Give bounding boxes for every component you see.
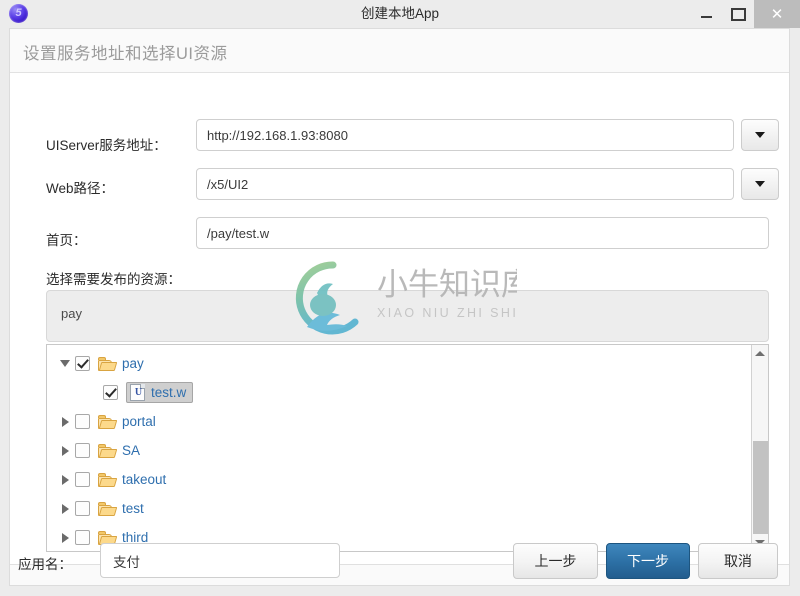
appname-input[interactable]	[100, 543, 340, 578]
scroll-up-button[interactable]	[752, 345, 768, 362]
chevron-right-icon	[61, 532, 69, 543]
tree-node[interactable]: test	[98, 501, 144, 516]
tree-node-label: SA	[122, 443, 141, 458]
file-icon: U	[130, 384, 145, 401]
chevron-right-icon	[61, 503, 69, 514]
folder-icon	[98, 443, 118, 458]
selected-resources-box: pay	[46, 290, 769, 342]
tree-node[interactable]: takeout	[98, 472, 166, 487]
folder-icon	[98, 356, 118, 371]
resources-label: 选择需要发布的资源：	[46, 272, 181, 287]
chevron-right-icon	[61, 416, 69, 427]
tree-checkbox[interactable]	[103, 385, 118, 400]
webpath-input[interactable]	[196, 168, 734, 200]
tree-checkbox[interactable]	[75, 414, 90, 429]
minimize-icon	[700, 16, 712, 18]
tree-node-selected[interactable]: Utest.w	[126, 382, 194, 403]
tree-expand-toggle[interactable]	[55, 474, 75, 485]
tree-node[interactable]: portal	[98, 414, 156, 429]
minimize-button[interactable]	[690, 0, 722, 28]
page-title: 设置服务地址和选择UI资源	[23, 45, 228, 63]
tree-node-label: test.w	[151, 385, 187, 400]
dialog-window: 设置服务地址和选择UI资源 UIServer服务地址： Web路径： 首页： 选…	[9, 28, 790, 586]
maximize-icon	[730, 7, 746, 21]
tree-node-label: test	[122, 501, 144, 516]
tree-checkbox[interactable]	[75, 472, 90, 487]
chevron-down-icon	[755, 181, 765, 187]
tree-expand-toggle[interactable]	[55, 445, 75, 456]
window-title: 创建本地App	[360, 6, 440, 21]
tree-node[interactable]: pay	[98, 356, 144, 371]
next-step-button[interactable]: 下一步	[606, 543, 690, 579]
tree-collapse-toggle[interactable]	[55, 360, 75, 367]
tree-expand-toggle[interactable]	[55, 416, 75, 427]
tree-checkbox[interactable]	[75, 356, 90, 371]
close-icon: ✕	[770, 5, 784, 23]
tree-row[interactable]: SA	[47, 436, 752, 465]
chevron-right-icon	[61, 445, 69, 456]
tree-checkbox[interactable]	[75, 443, 90, 458]
tree-row[interactable]: pay	[47, 349, 752, 378]
webpath-dropdown-button[interactable]	[741, 168, 779, 200]
homepage-label: 首页：	[46, 233, 87, 248]
chevron-down-icon	[755, 132, 765, 138]
webpath-label: Web路径：	[46, 181, 115, 196]
cancel-button[interactable]: 取消	[698, 543, 778, 579]
tree-scrollbar[interactable]	[751, 345, 768, 551]
chevron-up-icon	[755, 351, 765, 356]
tree-node-label: takeout	[122, 472, 167, 487]
tree-node[interactable]: SA	[98, 443, 140, 458]
chevron-right-icon	[61, 474, 69, 485]
scrollbar-thumb[interactable]	[753, 441, 768, 535]
close-button[interactable]: ✕	[754, 0, 800, 28]
homepage-input[interactable]	[196, 217, 769, 249]
tree-row[interactable]: test	[47, 494, 752, 523]
resource-tree-panel: pay Utest.w portal SA takeout test third	[46, 344, 769, 552]
tree-checkbox[interactable]	[75, 530, 90, 545]
maximize-button[interactable]	[722, 0, 754, 28]
tree-node-label: portal	[122, 414, 156, 429]
folder-icon	[98, 472, 118, 487]
tree-checkbox[interactable]	[75, 501, 90, 516]
uiserver-dropdown-button[interactable]	[741, 119, 779, 151]
tree-expand-toggle[interactable]	[55, 503, 75, 514]
window-titlebar: 5 创建本地App ✕	[0, 0, 800, 28]
previous-step-button[interactable]: 上一步	[513, 543, 598, 579]
tree-row[interactable]: Utest.w	[47, 378, 752, 407]
tree-expand-toggle[interactable]	[55, 532, 75, 543]
file-type-glyph: U	[134, 387, 143, 398]
folder-icon	[98, 501, 118, 516]
tree-row[interactable]: takeout	[47, 465, 752, 494]
tree-row[interactable]: portal	[47, 407, 752, 436]
uiserver-input[interactable]	[196, 119, 734, 151]
tree-node-label: pay	[122, 356, 144, 371]
selected-resources-text: pay	[61, 306, 82, 321]
folder-icon	[98, 414, 118, 429]
appname-label: 应用名：	[18, 557, 72, 572]
chevron-down-icon	[60, 360, 70, 367]
uiserver-label: UIServer服务地址：	[46, 138, 167, 153]
resource-tree-list: pay Utest.w portal SA takeout test third	[47, 349, 752, 551]
